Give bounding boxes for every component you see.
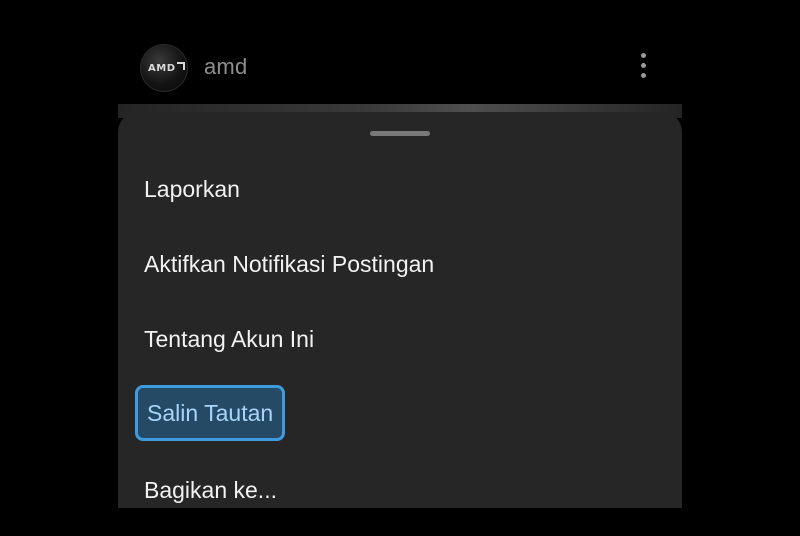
options-bottom-sheet: Laporkan Aktifkan Notifikasi Postingan T… <box>118 112 682 536</box>
menu-item-turn-on-post-notifications[interactable]: Aktifkan Notifikasi Postingan <box>144 244 434 284</box>
amd-logo: AMD <box>148 62 185 74</box>
drag-handle[interactable] <box>370 131 430 136</box>
screen-bottom-edge <box>0 508 800 536</box>
more-vertical-icon <box>641 63 646 68</box>
menu-item-share-to[interactable]: Bagikan ke... <box>144 470 277 510</box>
more-vertical-icon <box>641 53 646 58</box>
menu-item-copy-link[interactable]: Salin Tautan <box>135 385 286 441</box>
menu-item-report[interactable]: Laporkan <box>144 169 240 209</box>
username[interactable]: amd <box>204 54 247 80</box>
amd-logo-mark-icon <box>176 62 185 70</box>
post-header: AMD amd <box>118 36 682 98</box>
more-vertical-icon <box>641 73 646 78</box>
more-options-button[interactable] <box>632 50 656 80</box>
app-screen: AMD amd Laporkan Aktifkan Notifikasi Pos… <box>0 0 800 536</box>
menu-item-about-this-account[interactable]: Tentang Akun Ini <box>144 319 314 359</box>
avatar[interactable]: AMD <box>140 44 188 92</box>
